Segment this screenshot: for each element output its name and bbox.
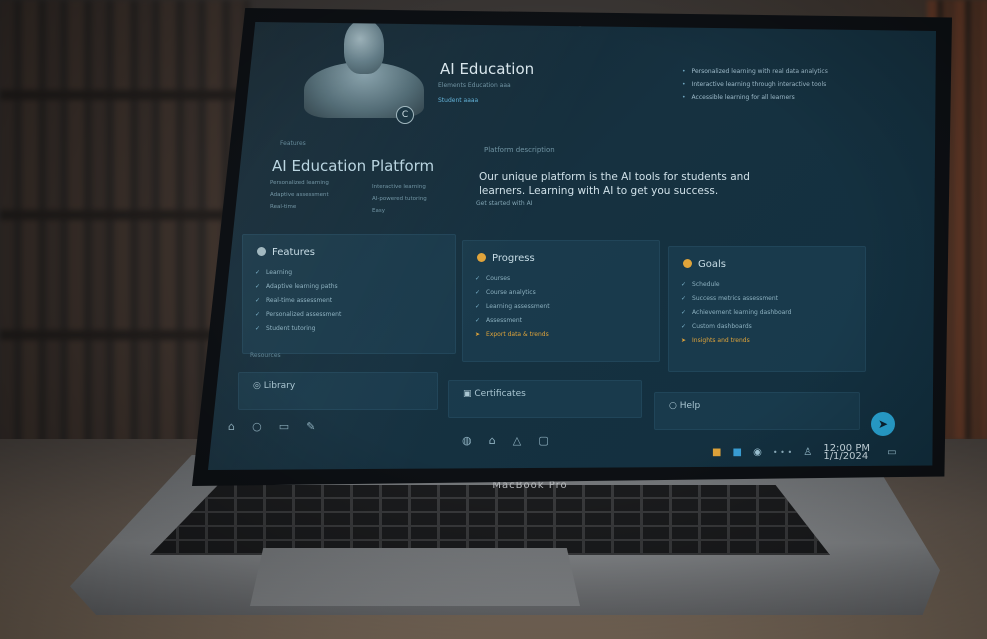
description-label: Platform description xyxy=(484,146,555,154)
help-card[interactable]: ○ Help xyxy=(654,392,860,430)
overview-item: Personalized learning xyxy=(270,180,329,186)
laptop-screen: C AI Education Elements Education aaa St… xyxy=(208,22,936,470)
card-title-label: Features xyxy=(272,247,315,258)
shelf-board xyxy=(0,90,250,100)
overview-item: Easy xyxy=(372,208,385,214)
assistant-chat-button[interactable]: ➤ xyxy=(871,412,895,436)
app-title: AI Education xyxy=(440,60,535,78)
list-item: Learning xyxy=(255,269,341,276)
overview-item: Real-time xyxy=(270,204,297,210)
card-list: Schedule Success metrics assessment Achi… xyxy=(681,281,791,351)
overview-item: Adaptive assessment xyxy=(270,192,329,198)
progress-card[interactable]: Progress Courses Course analytics Learni… xyxy=(462,240,660,362)
shield-icon[interactable]: ◍ xyxy=(462,434,472,447)
lower-card-label: Certificates xyxy=(474,389,526,399)
app-subtitle: Elements Education aaa xyxy=(438,82,511,89)
hero-badge-icon[interactable]: C xyxy=(396,106,414,124)
list-item: Achievement learning dashboard xyxy=(681,309,791,316)
description-text: Our unique platform is the AI tools for … xyxy=(479,171,750,197)
laptop-trackpad xyxy=(250,548,580,606)
library-card[interactable]: ◎ Library xyxy=(238,372,438,410)
lower-card-title: ▣ Certificates xyxy=(463,389,526,399)
overview-heading: Features xyxy=(280,140,306,147)
lower-card-title: ○ Help xyxy=(669,401,701,411)
overview-item: Interactive learning xyxy=(372,184,426,190)
certificates-card[interactable]: ▣ Certificates xyxy=(448,380,642,418)
overview-column-b: Interactive learning AI-powered tutoring… xyxy=(372,184,427,220)
list-item: Success metrics assessment xyxy=(681,295,791,302)
card-title: Progress xyxy=(477,253,535,264)
resources-label: Resources xyxy=(250,352,281,359)
top-bullet-list: Personalized learning with real data ana… xyxy=(682,68,882,107)
card-title: Features xyxy=(257,247,315,258)
list-item: Courses xyxy=(475,275,550,282)
store-icon[interactable]: ■ xyxy=(733,447,742,458)
photo-scene: MacBook Pro C AI Education Elements Educ… xyxy=(0,0,987,639)
person-icon[interactable]: ♙ xyxy=(803,447,812,458)
clock-date: 1/1/2024 xyxy=(823,450,869,462)
search-icon[interactable]: ○ xyxy=(252,420,262,433)
bullet-item: Interactive learning through interactive… xyxy=(682,81,882,88)
user-icon[interactable]: △ xyxy=(513,434,521,447)
card-list: Learning Adaptive learning paths Real-ti… xyxy=(255,269,341,339)
overview-item: AI-powered tutoring xyxy=(372,196,427,202)
target-icon xyxy=(683,259,692,268)
dock-left: ⌂ ○ ▭ ✎ xyxy=(228,415,328,434)
laptop-keyboard xyxy=(150,485,830,555)
system-tray: ■ ■ ◉ • • • ♙ 12:00 PM 1/1/2024 ▭ xyxy=(712,442,903,461)
card-title-label: Progress xyxy=(492,253,535,264)
list-item: Real-time assessment xyxy=(255,297,341,304)
notification-icon[interactable]: ▭ xyxy=(887,447,896,458)
accent-list-item[interactable]: Export data & trends xyxy=(475,331,550,338)
store-icon[interactable]: ⌂ xyxy=(489,434,496,447)
browser-icon[interactable]: ◉ xyxy=(753,447,762,458)
list-item: Learning assessment xyxy=(475,303,550,310)
list-item: Assessment xyxy=(475,317,550,324)
progress-icon xyxy=(477,253,486,262)
list-item: Student tutoring xyxy=(255,325,341,332)
lower-card-label: Library xyxy=(263,381,296,391)
list-item: Personalized assessment xyxy=(255,311,341,318)
folder-icon[interactable]: ■ xyxy=(712,447,721,458)
folder-icon[interactable]: ▭ xyxy=(279,420,289,433)
overview-title: AI Education Platform xyxy=(272,157,435,175)
info-icon xyxy=(257,247,266,256)
features-card[interactable]: Features Learning Adaptive learning path… xyxy=(242,234,456,354)
card-title-label: Goals xyxy=(698,259,726,270)
list-item: Adaptive learning paths xyxy=(255,283,341,290)
list-item: Schedule xyxy=(681,281,791,288)
dock-center: ◍ ⌂ △ ▢ xyxy=(462,429,561,448)
pen-icon[interactable]: ✎ xyxy=(306,420,315,433)
overview-column-a: Personalized learning Adaptive assessmen… xyxy=(270,180,329,216)
card-list: Courses Course analytics Learning assess… xyxy=(475,275,550,345)
clock[interactable]: 12:00 PM 1/1/2024 xyxy=(823,443,876,462)
lower-card-label: Help xyxy=(679,401,701,411)
bullet-item: Personalized learning with real data ana… xyxy=(682,68,882,75)
card-title: Goals xyxy=(683,259,726,270)
list-item: Course analytics xyxy=(475,289,550,296)
overflow-icon[interactable]: • • • xyxy=(773,448,792,457)
lower-card-title: ◎ Library xyxy=(253,381,296,391)
hero-bust-image: C xyxy=(300,22,430,128)
app-link[interactable]: Student aaaa xyxy=(438,97,478,104)
home-icon[interactable]: ⌂ xyxy=(228,420,235,433)
list-item: Custom dashboards xyxy=(681,323,791,330)
goals-card[interactable]: Goals Schedule Success metrics assessmen… xyxy=(668,246,866,372)
accent-list-item[interactable]: Insights and trends xyxy=(681,337,791,344)
description-note[interactable]: Get started with AI xyxy=(476,200,533,207)
calendar-icon[interactable]: ▢ xyxy=(538,434,548,447)
bullet-item: Accessible learning for all learners xyxy=(682,94,882,101)
bust-head xyxy=(344,22,384,74)
shelf-board xyxy=(0,210,250,220)
